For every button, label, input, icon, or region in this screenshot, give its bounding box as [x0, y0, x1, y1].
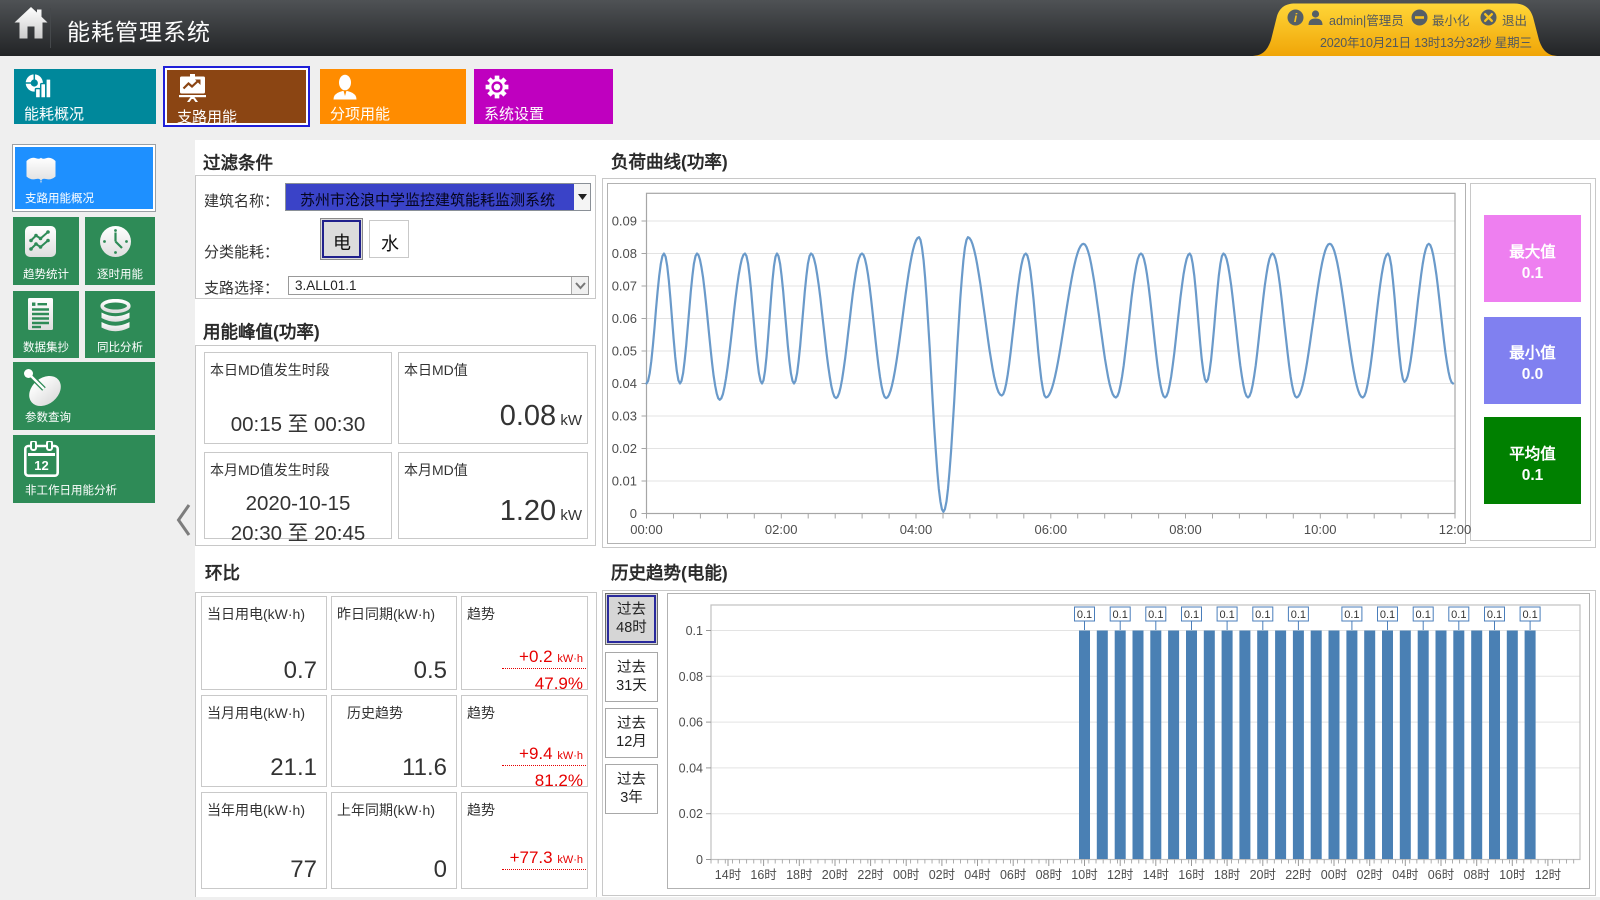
svg-text:12: 12: [34, 458, 48, 473]
